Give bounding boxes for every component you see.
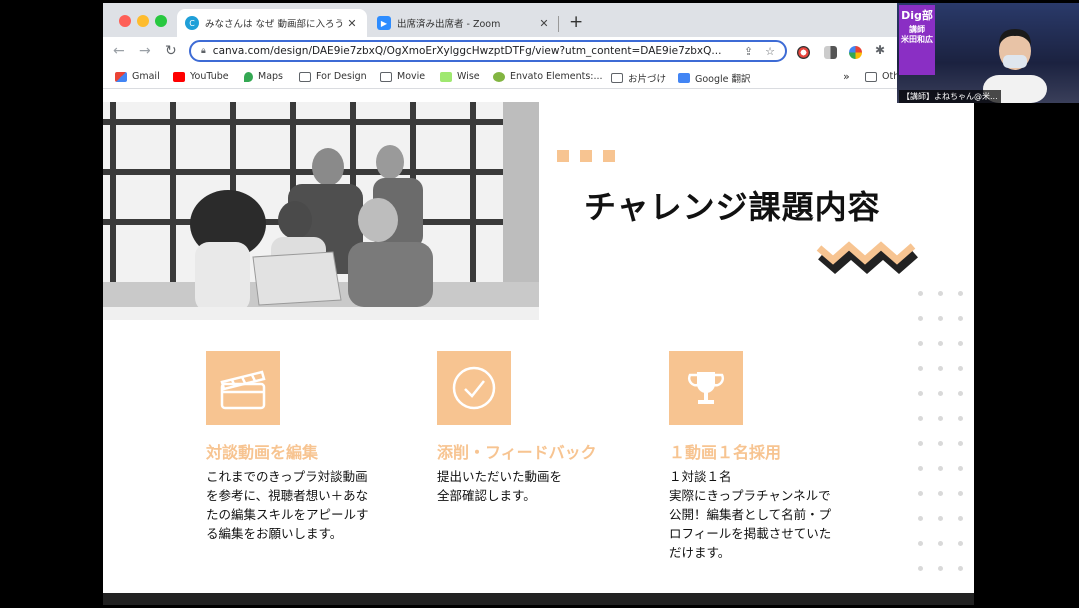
team-photo <box>103 102 539 320</box>
bookmark-youtube[interactable]: YouTube <box>173 71 229 82</box>
extension-contrast-icon[interactable] <box>824 46 837 59</box>
card-line: 提出いただいた動画を <box>437 469 563 484</box>
tab-divider <box>558 16 559 32</box>
bookmarks-more-icon[interactable]: » <box>843 70 850 83</box>
card-body: １対談１名 実際にきっプラチャンネルで 公開！編集者として名前・プ ロフィールを… <box>669 467 849 562</box>
bookmark-label: お片づけ <box>628 74 667 85</box>
badge-role: 講師 <box>909 25 925 34</box>
participant-name-label: 【講師】よねちゃん@米... <box>899 90 1001 103</box>
bookmark-maps[interactable]: Maps <box>244 71 283 82</box>
zoom-video-tile[interactable]: Dig部 講師 米田和広 【講師】よねちゃん@米... <box>897 3 1079 103</box>
maximize-window-button[interactable] <box>155 15 167 27</box>
bookmark-label: YouTube <box>190 71 229 82</box>
slide-title: チャレンジ課題内容 <box>584 188 881 226</box>
slide-canvas: チャレンジ課題内容 対談動画を編集 これまでのきっプラ対談動画 を参考に、視聴者… <box>103 90 974 596</box>
bookmark-envato[interactable]: Envato Elements:... <box>493 71 603 82</box>
folder-icon <box>611 73 623 83</box>
bookmark-for-design[interactable]: For Design <box>299 71 367 82</box>
badge-logo-text: Dig部 <box>901 9 933 22</box>
google-translate-icon <box>678 73 690 83</box>
card-line: たの編集スキルをアピールす <box>206 507 369 522</box>
challenge-card-adoption: １動画１名採用 １対談１名 実際にきっプラチャンネルで 公開！編集者として名前・… <box>669 351 849 562</box>
bookmark-okatazuke[interactable]: お片づけ <box>611 71 666 85</box>
bookmark-label: Movie <box>397 71 426 82</box>
card-heading: １動画１名採用 <box>669 443 782 462</box>
envato-icon <box>493 71 505 82</box>
folder-icon <box>865 71 877 82</box>
address-bar[interactable]: 🔒︎ canva.com/design/DAE9ie7zbxQ/OgXmoErX… <box>189 40 787 62</box>
bookmark-label: Envato Elements:... <box>510 71 603 82</box>
bookmark-google-translate[interactable]: Google 翻訳 <box>678 71 751 85</box>
bookmark-label: Gmail <box>132 71 160 82</box>
card-line: 実際にきっプラチャンネルで <box>669 488 831 503</box>
card-line: ロフィールを掲載させていた <box>669 526 832 541</box>
card-line: 全部確認します。 <box>437 488 536 503</box>
zoom-icon: ▶ <box>377 16 391 30</box>
bookmark-wise[interactable]: Wise <box>440 71 480 82</box>
tab-title: 出席済み出席者 - Zoom <box>397 19 501 30</box>
bottom-bar <box>103 593 974 605</box>
browser-window: C みなさんは なぜ 動画部に入ろうと ✕ ▶ 出席済み出席者 - Zoom ✕… <box>103 3 974 605</box>
wise-icon <box>440 71 452 82</box>
gmail-icon <box>115 71 127 82</box>
card-line: だけます。 <box>669 545 731 560</box>
reload-icon[interactable]: ↻ <box>165 43 177 59</box>
bookmark-star-icon[interactable]: ☆ <box>765 45 775 58</box>
folder-icon <box>380 71 392 82</box>
tab-strip: C みなさんは なぜ 動画部に入ろうと ✕ ▶ 出席済み出席者 - Zoom ✕… <box>103 3 974 37</box>
clapperboard-icon <box>206 351 280 425</box>
close-tab-icon[interactable]: ✕ <box>345 17 359 30</box>
extension-color-icon[interactable] <box>849 46 862 59</box>
checkmark-circle-icon <box>437 351 511 425</box>
card-line: １対談１名 <box>669 469 732 484</box>
back-arrow-icon[interactable]: ← <box>113 43 125 59</box>
canva-icon: C <box>185 16 199 30</box>
badge-name: 米田和広 <box>901 35 933 44</box>
challenge-card-edit: 対談動画を編集 これまでのきっプラ対談動画 を参考に、視聴者想い＋あな たの編集… <box>206 351 386 543</box>
card-line: る編集をお願いします。 <box>206 526 343 541</box>
url-text[interactable]: canva.com/design/DAE9ie7zbxQ/OgXmoErXylg… <box>213 45 732 57</box>
team-photo-image <box>103 102 539 320</box>
card-body: 提出いただいた動画を 全部確認します。 <box>437 467 617 505</box>
toolbar: ← → ↻ 🔒︎ canva.com/design/DAE9ie7zbxQ/Og… <box>103 37 974 67</box>
bookmark-label: Google 翻訳 <box>695 74 751 85</box>
lock-icon[interactable]: 🔒︎ <box>201 46 206 56</box>
share-icon[interactable]: ⇪ <box>744 45 753 58</box>
bookmark-movie[interactable]: Movie <box>380 71 425 82</box>
bookmark-gmail[interactable]: Gmail <box>115 71 160 82</box>
channel-badge: Dig部 講師 米田和広 <box>899 5 935 75</box>
extensions-puzzle-icon[interactable]: ✱ <box>875 43 888 57</box>
card-line: これまでのきっプラ対談動画 <box>206 469 368 484</box>
close-window-button[interactable] <box>119 15 131 27</box>
card-body: これまでのきっプラ対談動画 を参考に、視聴者想い＋あな たの編集スキルをアピール… <box>206 467 386 543</box>
accent-square <box>580 150 592 162</box>
card-line: 公開！編集者として名前・プ <box>669 507 832 522</box>
accent-square <box>557 150 569 162</box>
tab-canva[interactable]: C みなさんは なぜ 動画部に入ろうと ✕ <box>177 9 367 37</box>
bookmark-label: For Design <box>316 71 367 82</box>
youtube-icon <box>173 71 185 82</box>
bookmark-label: Wise <box>457 71 480 82</box>
card-line: を参考に、視聴者想い＋あな <box>206 488 369 503</box>
bookmark-other[interactable]: Oth <box>865 71 899 82</box>
card-heading: 対談動画を編集 <box>206 443 319 462</box>
card-heading: 添削・フィードバック <box>437 443 597 462</box>
bookmark-label: Maps <box>258 71 283 82</box>
dot-grid-decoration <box>918 291 968 591</box>
accent-square <box>603 150 615 162</box>
new-tab-icon[interactable]: + <box>569 12 583 32</box>
accent-squares <box>557 147 626 166</box>
forward-arrow-icon[interactable]: → <box>139 43 151 59</box>
tab-zoom[interactable]: ▶ 出席済み出席者 - Zoom ✕ <box>369 9 559 37</box>
trophy-icon <box>669 351 743 425</box>
folder-icon <box>299 71 311 82</box>
bookmarks-bar: Gmail YouTube Maps For Design Movie Wise… <box>103 67 974 89</box>
challenge-card-feedback: 添削・フィードバック 提出いただいた動画を 全部確認します。 <box>437 351 617 505</box>
tab-title: みなさんは なぜ 動画部に入ろうと <box>205 19 345 30</box>
extension-record-icon[interactable] <box>797 46 810 59</box>
maps-icon <box>244 71 253 82</box>
zigzag-decoration <box>816 241 918 274</box>
minimize-window-button[interactable] <box>137 15 149 27</box>
close-tab-icon[interactable]: ✕ <box>537 17 551 30</box>
